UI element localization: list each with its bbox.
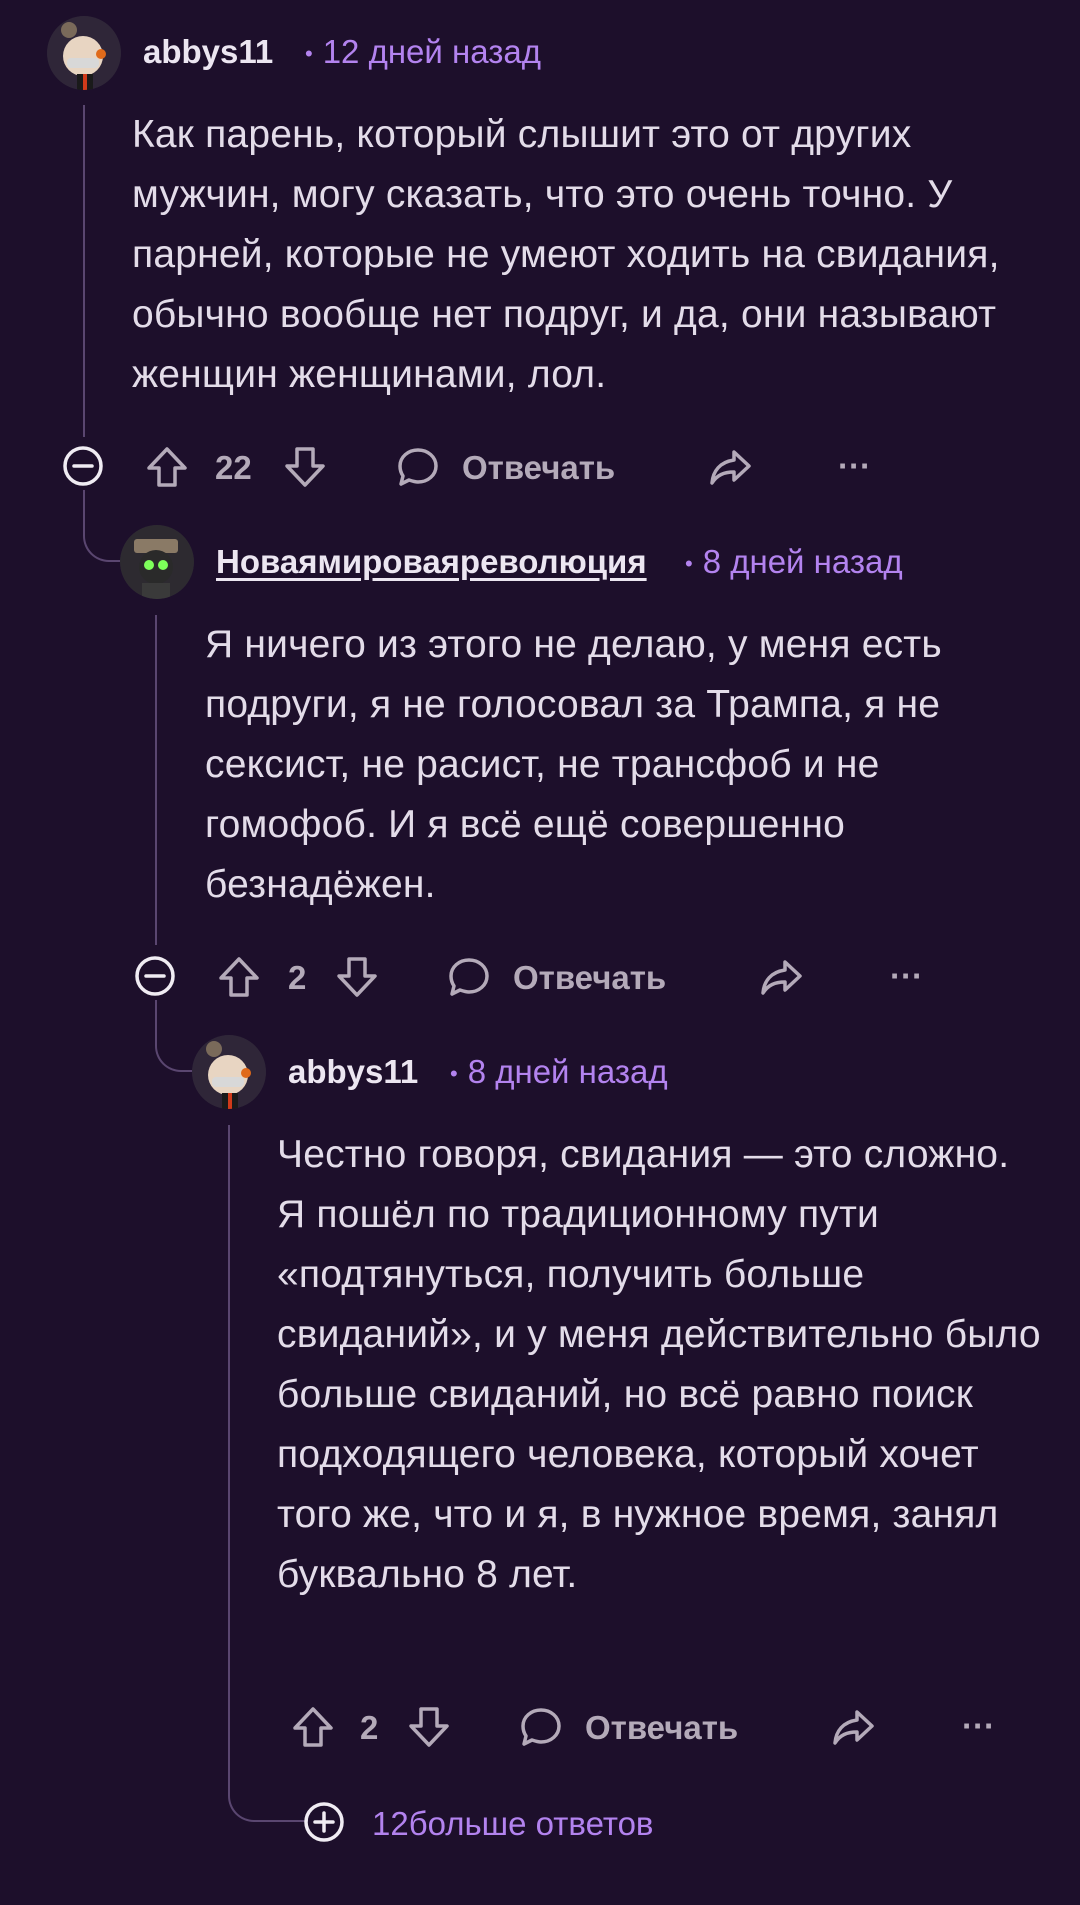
comment-text: Честно говоря, свидания — это сложно. Я … <box>277 1133 1041 1596</box>
thread-line-1 <box>83 105 85 437</box>
share-icon[interactable] <box>706 443 754 491</box>
reply-icon[interactable] <box>445 953 493 1001</box>
avatar[interactable] <box>192 1035 266 1109</box>
more-icon[interactable]: ··· <box>890 957 923 995</box>
reply-button[interactable]: Отвечать <box>585 1709 738 1747</box>
more-icon[interactable]: ··· <box>838 447 871 485</box>
downvote-icon[interactable] <box>281 443 329 491</box>
vote-count: 2 <box>288 959 307 996</box>
comment-text: Как парень, который слышит это от других… <box>132 113 1000 396</box>
share-icon[interactable] <box>757 953 805 1001</box>
upvote-icon[interactable] <box>215 953 263 1001</box>
timestamp-text: 12 дней назад <box>322 33 541 70</box>
reply-icon[interactable] <box>517 1703 565 1751</box>
timestamp: • 8 дней назад <box>685 543 903 580</box>
username[interactable]: abbys11 <box>288 1053 418 1091</box>
reply-button[interactable]: Отвечать <box>462 449 615 487</box>
comment-text: Я ничего из этого не делаю, у меня есть … <box>205 623 942 906</box>
vote-count: 22 <box>215 449 252 486</box>
upvote-icon[interactable] <box>143 443 191 491</box>
downvote-icon[interactable] <box>333 953 381 1001</box>
avatar[interactable] <box>120 525 194 599</box>
expand-icon[interactable] <box>301 1799 347 1845</box>
downvote-icon[interactable] <box>405 1703 453 1751</box>
thread-line-2 <box>155 615 157 945</box>
username[interactable]: abbys11 <box>143 33 273 71</box>
upvote-icon[interactable] <box>289 1703 337 1751</box>
reply-button[interactable]: Отвечать <box>513 959 666 997</box>
timestamp-text: 8 дней назад <box>467 1053 668 1090</box>
timestamp-text: 8 дней назад <box>702 543 903 580</box>
vote-count: 2 <box>360 1709 379 1746</box>
timestamp: • 8 дней назад <box>450 1053 668 1090</box>
collapse-icon[interactable] <box>60 443 106 489</box>
more-icon[interactable]: ··· <box>962 1707 995 1745</box>
collapse-icon[interactable] <box>132 953 178 999</box>
share-icon[interactable] <box>829 1703 877 1751</box>
thread-elbow-1 <box>83 490 123 562</box>
more-replies-link[interactable]: 12больше ответов <box>372 1805 653 1843</box>
avatar[interactable] <box>47 16 121 90</box>
thread-elbow-2 <box>155 1000 195 1072</box>
timestamp: • 12 дней назад <box>305 33 541 70</box>
username[interactable]: Новаямироваяреволюция <box>216 543 647 581</box>
reply-icon[interactable] <box>394 443 442 491</box>
